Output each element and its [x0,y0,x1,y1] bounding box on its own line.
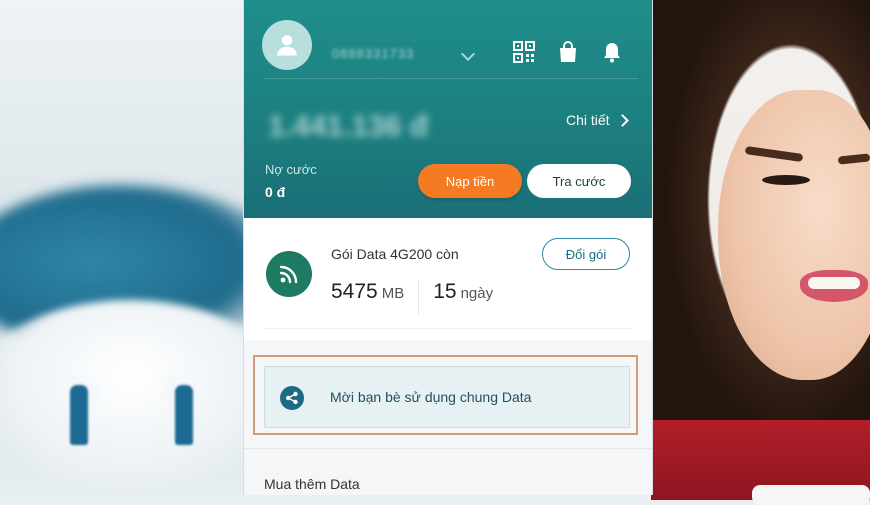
qr-code-icon[interactable] [512,40,536,64]
section-divider [244,448,652,449]
share-data-label: Mời bạn bè sử dụng chung Data [330,389,532,405]
chevron-right-icon [615,113,629,127]
account-header: 0888331733 1.441.136 đ Chi tiết Nợ cước … [244,0,652,218]
card-divider [264,328,632,329]
days-amount: 15 [433,280,457,303]
chevron-down-icon[interactable] [460,46,476,62]
topup-button[interactable]: Nạp tiền [418,164,522,198]
detail-link[interactable]: Chi tiết [566,112,629,128]
phone-screen: 0888331733 1.441.136 đ Chi tiết Nợ cước … [243,0,653,495]
debt-value: 0 đ [265,184,286,200]
package-remaining: 5475 MB 15 ngày [331,280,493,314]
white-card [752,485,870,505]
person-teeth [808,277,860,289]
share-icon [280,386,304,410]
debt-label: Nợ cước [265,162,317,177]
buy-more-data-heading: Mua thêm Data [264,476,360,492]
header-divider [264,78,638,79]
check-charges-button[interactable]: Tra cước [527,164,631,198]
data-amount: 5475 [331,280,378,303]
package-label: Gói Data 4G200 còn [331,246,459,262]
background-left-image [0,0,243,495]
bell-icon[interactable] [600,40,624,64]
value-divider [418,280,420,314]
user-icon [277,35,297,56]
phone-number: 0888331733 [332,46,415,61]
shopping-bag-icon[interactable] [556,40,580,64]
person-eye [762,175,810,185]
detail-label: Chi tiết [566,112,610,128]
balance-amount: 1.441.136 đ [268,110,429,143]
wifi-signal-icon [266,251,312,297]
days-unit: ngày [460,285,494,302]
change-package-button[interactable]: Đổi gói [542,238,630,270]
avatar[interactable] [262,20,312,70]
data-unit: MB [381,285,405,302]
data-package-card: Gói Data 4G200 còn 5475 MB 15 ngày Đổi g… [244,218,652,340]
